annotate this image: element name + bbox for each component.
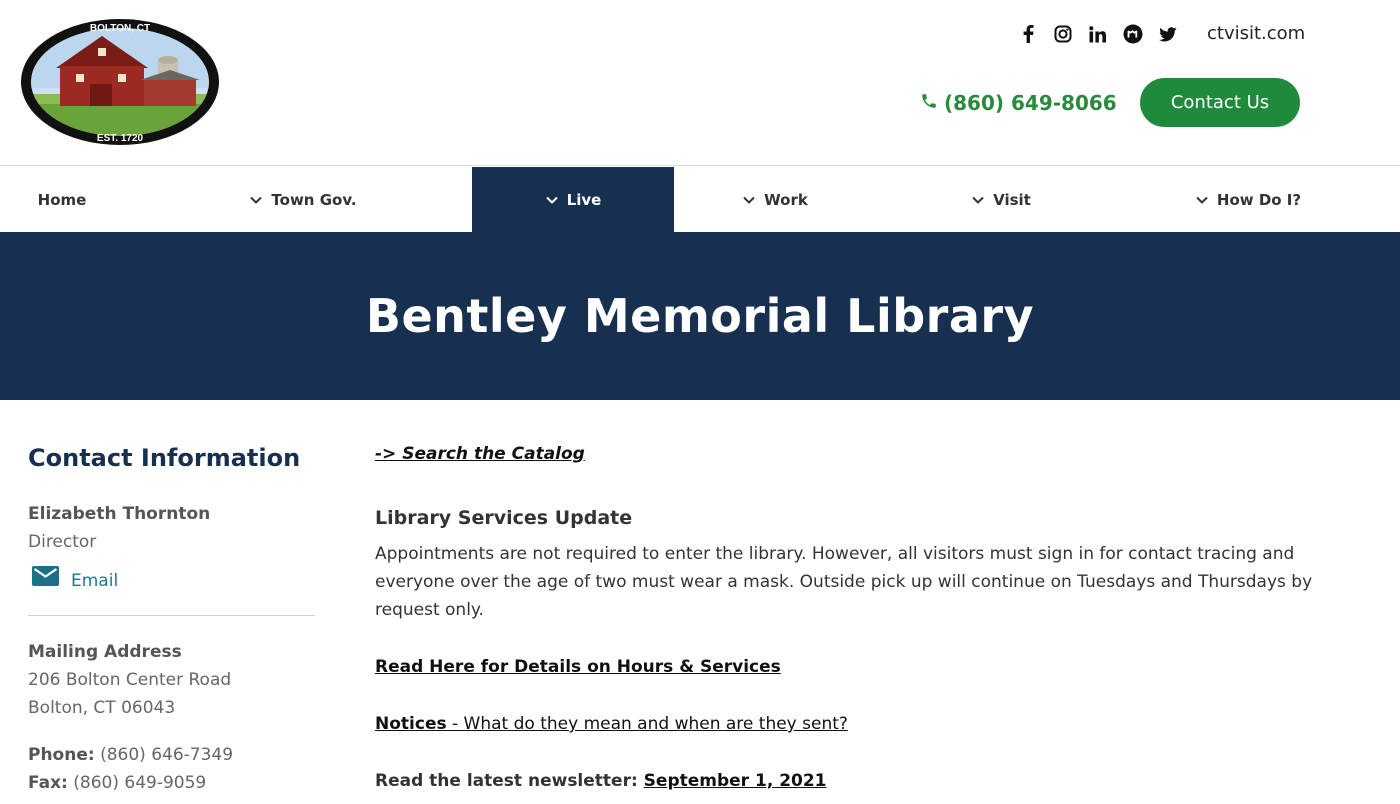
search-catalog-link[interactable]: -> Search the Catalog	[375, 440, 585, 468]
newsletter-link[interactable]: September 1, 2021	[644, 771, 827, 791]
facebook-icon[interactable]	[1010, 22, 1045, 46]
bolton-logo[interactable]: BOLTON, CT EST. 1720	[20, 18, 220, 146]
twitter-icon[interactable]	[1150, 22, 1185, 46]
chevron-down-icon	[249, 193, 263, 207]
phone-label: Phone:	[28, 745, 95, 765]
nav-item-label: Visit	[993, 190, 1031, 209]
page-banner: Bentley Memorial Library	[0, 232, 1400, 400]
main-nav: Home Town Gov. Live Work Visit How Do I?	[0, 167, 1400, 232]
address-line-2: Bolton, CT 06043	[28, 698, 176, 718]
director-name: Elizabeth Thornton	[28, 504, 211, 524]
notices-description-link[interactable]: - What do they mean and when are they se…	[447, 714, 848, 734]
contact-us-button[interactable]: Contact Us	[1140, 78, 1300, 127]
email-link[interactable]: Email	[32, 566, 315, 595]
nav-item-work[interactable]: Work	[730, 167, 820, 232]
linkedin-icon[interactable]	[1080, 22, 1115, 46]
site-header: BOLTON, CT EST. 1720 ctvisit.com (860) 6…	[0, 0, 1400, 166]
nav-item-label: Work	[764, 190, 808, 209]
logo-top-text: BOLTON, CT	[90, 23, 150, 34]
mailing-address-label: Mailing Address	[28, 642, 182, 662]
chevron-down-icon	[742, 193, 756, 207]
fax-value: (860) 649-9059	[73, 773, 207, 793]
nav-item-label: How Do I?	[1216, 190, 1302, 209]
page-title: Bentley Memorial Library	[365, 289, 1035, 343]
services-update-text: Appointments are not required to enter t…	[375, 544, 1313, 620]
director-title: Director	[28, 532, 97, 552]
nav-item-label: Town Gov.	[271, 190, 357, 209]
ctvisit-link[interactable]: ctvisit.com	[1207, 22, 1305, 46]
services-update-heading: Library Services Update	[375, 507, 633, 529]
nav-item-home[interactable]: Home	[0, 167, 124, 232]
nav-item-visit[interactable]: Visit	[960, 167, 1042, 232]
newsletter-label: Read the latest newsletter:	[375, 771, 644, 791]
newsletter-paragraph: Read the latest newsletter: September 1,…	[375, 767, 1355, 795]
details-paragraph: Read Here for Details on Hours & Service…	[375, 653, 1355, 681]
chevron-down-icon	[1195, 193, 1209, 207]
contact-heading: Contact Information	[28, 444, 301, 472]
header-phone-number: (860) 649-8066	[944, 91, 1117, 115]
nav-item-label: Live	[566, 190, 602, 209]
main-content: -> Search the Catalog Library Services U…	[375, 440, 1355, 795]
chevron-down-icon	[971, 193, 985, 207]
mail-icon	[32, 566, 59, 595]
nav-item-how-do-i[interactable]: How Do I?	[1180, 167, 1316, 232]
meetup-icon[interactable]	[1115, 22, 1150, 46]
contact-sidebar: Contact Information Elizabeth Thornton D…	[28, 440, 315, 797]
chevron-down-icon	[545, 193, 559, 207]
logo-bottom-text: EST. 1720	[97, 133, 144, 144]
phone-row: Phone: (860) 646-7349	[28, 741, 315, 769]
address-line-1: 206 Bolton Center Road	[28, 670, 232, 690]
instagram-icon[interactable]	[1045, 22, 1080, 46]
notices-link[interactable]: Notices	[375, 714, 447, 734]
sidebar-divider	[28, 615, 315, 616]
details-link[interactable]: Read Here for Details on Hours & Service…	[375, 657, 781, 677]
nav-item-town-gov[interactable]: Town Gov.	[240, 167, 366, 232]
phone-value[interactable]: (860) 646-7349	[100, 745, 233, 765]
header-phone-link[interactable]: (860) 649-8066	[920, 88, 1117, 118]
nav-item-label: Home	[37, 190, 87, 209]
notices-paragraph: Notices - What do they mean and when are…	[375, 710, 1355, 738]
email-label: Email	[71, 570, 119, 591]
fax-row: Fax: (860) 649-9059	[28, 769, 315, 797]
social-links	[1010, 22, 1185, 46]
phone-icon	[920, 88, 938, 118]
nav-item-live[interactable]: Live	[472, 167, 674, 232]
fax-label: Fax:	[28, 773, 68, 793]
